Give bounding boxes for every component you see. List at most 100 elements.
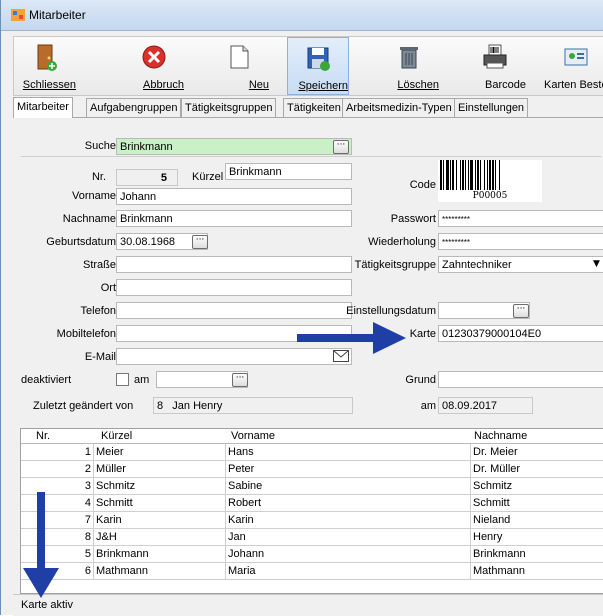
- status-bar: Karte aktiv: [13, 594, 603, 616]
- cell-nr: 5: [21, 546, 94, 563]
- code-label: Code: [409, 179, 436, 191]
- karte-field[interactable]: 01230379000104E0: [438, 325, 603, 342]
- cell-nachname: Schmitz: [471, 478, 603, 495]
- col-nachname[interactable]: Nachname: [474, 430, 527, 442]
- close-button[interactable]: Schliessen: [14, 37, 76, 93]
- nr-label: Nr.: [91, 171, 106, 183]
- cell-nachname: Brinkmann: [471, 546, 603, 563]
- table-row[interactable]: 5 Brinkmann Johann Brinkmann: [21, 546, 603, 563]
- order-cards-button[interactable]: Karten Bestel: [544, 37, 603, 93]
- cell-vorname: Robert: [226, 495, 471, 512]
- cell-kuerzel: Meier: [94, 444, 226, 461]
- mobiltelefon-field[interactable]: [116, 325, 352, 342]
- new-document-icon: [230, 45, 249, 69]
- telefon-field[interactable]: [116, 302, 352, 319]
- nachname-field[interactable]: Brinkmann: [116, 210, 352, 227]
- nr-field: 5: [116, 169, 178, 186]
- door-exit-icon: [37, 44, 57, 71]
- cell-nr: 1: [21, 444, 94, 461]
- col-nr[interactable]: Nr.: [36, 430, 50, 442]
- cancel-button[interactable]: Abbruch: [124, 37, 184, 93]
- zuletzt-field: 8 Jan Henry: [153, 397, 353, 414]
- employee-table: Nr. Kürzel Vorname Nachname 1 Meier Hans Dr…: [20, 428, 603, 594]
- title-bar: Mitarbeiter: [1, 0, 603, 31]
- passwort-label: Passwort: [390, 213, 436, 225]
- grund-field[interactable]: [438, 371, 603, 388]
- am2-label: am: [420, 400, 436, 412]
- am2-field: 08.09.2017: [438, 397, 533, 414]
- tab-arbeitsmedizin-typen[interactable]: Arbeitsmedizin-Typen: [342, 98, 456, 117]
- divider: [21, 156, 601, 157]
- envelope-icon[interactable]: [333, 350, 349, 362]
- status-text: Karte aktiv: [21, 599, 73, 611]
- save-button[interactable]: Speichern: [287, 37, 349, 95]
- barcode-image: P00005: [438, 160, 542, 202]
- zuletzt-name: Jan Henry: [172, 400, 223, 412]
- cell-kuerzel: Schmitt: [94, 495, 226, 512]
- table-row[interactable]: 6 Mathmann Maria Mathmann: [21, 563, 603, 580]
- wiederholung-field[interactable]: *********: [438, 233, 603, 250]
- cancel-icon: [142, 45, 166, 69]
- einstellungsdatum-label: Einstellungsdatum: [346, 305, 436, 317]
- tab-aufgabengruppen[interactable]: Aufgabengruppen: [86, 98, 182, 117]
- chevron-down-icon[interactable]: ▼: [593, 259, 600, 269]
- ort-field[interactable]: [116, 279, 352, 296]
- cell-kuerzel: J&H: [94, 529, 226, 546]
- table-row[interactable]: 8 J&H Jan Henry: [21, 529, 603, 546]
- cell-nachname: Dr. Müller: [471, 461, 603, 478]
- deaktiviert-checkbox[interactable]: [116, 373, 129, 386]
- geburtsdatum-label: Geburtsdatum: [46, 236, 116, 248]
- tab-taetigkeitsgruppen[interactable]: Tätigkeitsgruppen: [181, 98, 277, 117]
- nachname-label: Nachname: [62, 213, 116, 225]
- date-picker-button[interactable]: ···: [232, 373, 248, 387]
- date-picker-button[interactable]: ···: [513, 304, 529, 318]
- barcode-text: P00005: [472, 191, 508, 201]
- karte-label: Karte: [409, 328, 436, 340]
- zuletzt-nr: 8: [157, 400, 164, 412]
- cell-vorname: Peter: [226, 461, 471, 478]
- tab-mitarbeiter[interactable]: Mitarbeiter: [13, 97, 73, 118]
- email-field[interactable]: [116, 348, 352, 365]
- telefon-label: Telefon: [80, 305, 116, 317]
- passwort-field[interactable]: *********: [438, 210, 603, 227]
- table-row[interactable]: 3 Schmitz Sabine Schmitz: [21, 478, 603, 495]
- cell-kuerzel: Brinkmann: [94, 546, 226, 563]
- cell-nachname: Nieland: [471, 512, 603, 529]
- col-kuerzel[interactable]: Kürzel: [101, 430, 132, 442]
- taetigkeitsgruppe-select[interactable]: Zahntechniker: [438, 256, 603, 273]
- search-label: Suche: [84, 140, 116, 152]
- search-lookup-button[interactable]: ···: [333, 140, 349, 154]
- barcode-bars: [440, 160, 500, 190]
- tab-bar: Mitarbeiter Aufgabengruppen Tätigkeitsgr…: [13, 97, 603, 118]
- delete-button[interactable]: Löschen: [379, 37, 439, 93]
- wiederholung-label: Wiederholung: [368, 236, 436, 248]
- cell-vorname: Hans: [226, 444, 471, 461]
- cell-vorname: Karin: [226, 512, 471, 529]
- col-vorname[interactable]: Vorname: [231, 430, 275, 442]
- save-icon: [307, 47, 330, 71]
- new-button[interactable]: Neu: [209, 37, 269, 93]
- window-title: Mitarbeiter: [29, 8, 86, 22]
- trash-icon: [400, 47, 418, 69]
- strasse-label: Straße: [82, 259, 116, 271]
- search-input[interactable]: Brinkmann: [116, 138, 352, 155]
- kuerzel-field[interactable]: Brinkmann: [225, 163, 352, 180]
- vorname-label: Vorname: [71, 190, 116, 202]
- cell-vorname: Jan: [226, 529, 471, 546]
- ort-label: Ort: [100, 282, 116, 294]
- cell-nr: 3: [21, 478, 94, 495]
- tab-taetigkeiten[interactable]: Tätigkeiten: [283, 98, 345, 117]
- cell-nachname: Mathmann: [471, 563, 603, 580]
- table-row[interactable]: 1 Meier Hans Dr. Meier: [21, 444, 603, 461]
- tab-einstellungen[interactable]: Einstellungen: [454, 98, 529, 117]
- table-row[interactable]: 4 Schmitt Robert Schmitt: [21, 495, 603, 512]
- strasse-field[interactable]: [116, 256, 352, 273]
- table-row[interactable]: 7 Karin Karin Nieland: [21, 512, 603, 529]
- grund-label: Grund: [405, 374, 436, 386]
- barcode-button[interactable]: Barcode: [464, 37, 526, 93]
- table-row[interactable]: 2 Müller Peter Dr. Müller: [21, 461, 603, 478]
- cell-nr: 7: [21, 512, 94, 529]
- cell-nr: 8: [21, 529, 94, 546]
- date-picker-button[interactable]: ···: [192, 235, 208, 249]
- vorname-field[interactable]: Johann: [116, 188, 352, 205]
